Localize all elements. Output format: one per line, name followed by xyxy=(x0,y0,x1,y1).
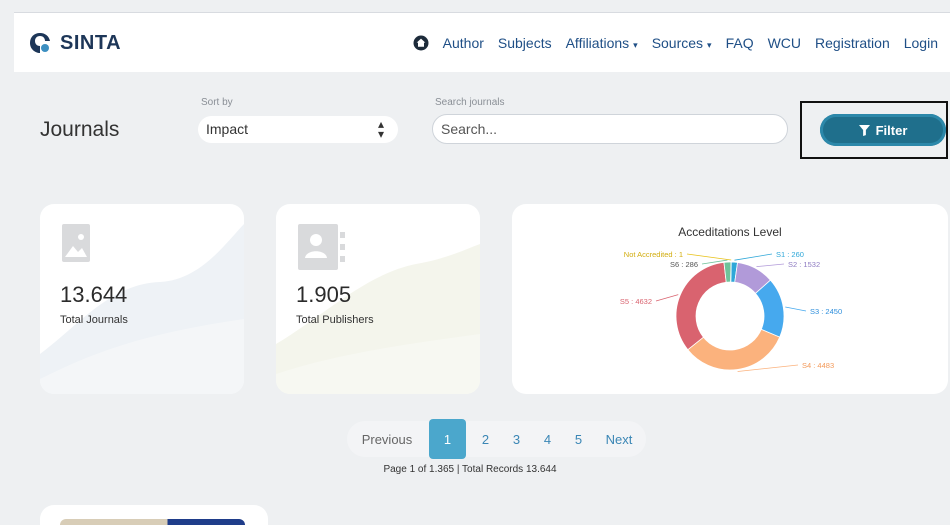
page-3-button[interactable]: 3 xyxy=(501,423,532,455)
nav-login[interactable]: Login xyxy=(904,35,938,51)
page-4-button[interactable]: 4 xyxy=(532,423,563,455)
journal-card[interactable] xyxy=(40,505,268,525)
chevron-down-icon: ▾ xyxy=(633,40,638,50)
nav-sources[interactable]: Sources ▾ xyxy=(652,35,712,51)
nav-affiliations[interactable]: Affiliations ▾ xyxy=(566,35,638,51)
pagination: Previous 1 2 3 4 5 Next xyxy=(347,419,646,459)
sort-select[interactable]: Impact ▴ ▾ xyxy=(198,116,398,143)
home-icon[interactable] xyxy=(413,35,429,51)
donut-slice-not-accredited[interactable] xyxy=(730,261,732,283)
page-5-button[interactable]: 5 xyxy=(563,423,594,455)
slice-label-s6: S6 : 286 xyxy=(670,260,698,269)
leader-line-s3 xyxy=(785,306,807,312)
page-title: Journals xyxy=(40,118,120,141)
nav-affiliations-label: Affiliations xyxy=(565,35,630,51)
nav-subjects[interactable]: Subjects xyxy=(498,35,552,51)
top-navbar: SINTA Author Subjects Affiliations ▾ Sour… xyxy=(14,12,950,72)
search-label: Search journals xyxy=(435,97,505,108)
contact-card-icon xyxy=(298,224,345,270)
total-publishers-label: Total Publishers xyxy=(296,314,374,326)
page-1-button[interactable]: 1 xyxy=(429,419,466,459)
sinta-logo-icon xyxy=(30,33,50,53)
filter-button[interactable]: Filter xyxy=(820,114,946,146)
previous-page-button[interactable]: Previous xyxy=(349,423,425,455)
nav-author[interactable]: Author xyxy=(443,35,484,51)
nav-faq[interactable]: FAQ xyxy=(726,35,754,51)
image-placeholder-icon xyxy=(62,224,90,262)
search-input[interactable] xyxy=(432,114,788,144)
total-journals-card: 13.644 Total Journals xyxy=(40,204,244,394)
accreditation-chart-card: Acceditations Level S1 : 260 S2 : 1532 S3 … xyxy=(512,204,948,394)
total-publishers-card: 1.905 Total Publishers xyxy=(276,204,480,394)
pagination-info: Page 1 of 1.365 | Total Records 13.644 xyxy=(383,464,557,475)
nav-wcu[interactable]: WCU xyxy=(768,35,801,51)
slice-label-s5: S5 : 4632 xyxy=(620,297,652,306)
brand-name: SINTA xyxy=(60,31,122,54)
slice-label-not-accredited: Not Accredited : 1 xyxy=(624,250,683,259)
total-journals-value: 13.644 xyxy=(60,282,128,307)
slice-label-s2: S2 : 1532 xyxy=(788,260,820,269)
sort-value: Impact xyxy=(206,121,249,137)
total-journals-label: Total Journals xyxy=(60,314,128,326)
donut-slice-s5[interactable] xyxy=(675,261,727,351)
nav-sources-label: Sources xyxy=(651,35,704,51)
leader-line-s2 xyxy=(756,263,785,268)
journal-cover-thumbnail xyxy=(60,519,245,525)
accreditation-donut-chart: S1 : 260S2 : 1532 S3 : 2450 S4 : 4483 S5 : … xyxy=(620,250,842,372)
next-page-button[interactable]: Next xyxy=(594,423,644,455)
filter-highlight-box: Filter xyxy=(800,101,948,159)
chevron-down-icon: ▾ xyxy=(707,40,712,50)
slice-label-s4: S4 : 4483 xyxy=(802,361,834,370)
filter-label: Filter xyxy=(875,122,908,138)
select-arrows-icon: ▴ ▾ xyxy=(377,117,384,141)
nav-registration[interactable]: Registration xyxy=(815,35,890,51)
leader-line-s1 xyxy=(734,253,773,261)
slice-label-s1: S1 : 260 xyxy=(776,250,804,259)
brand[interactable]: SINTA xyxy=(28,31,121,55)
funnel-icon xyxy=(858,124,870,136)
page-2-button[interactable]: 2 xyxy=(470,423,501,455)
total-publishers-value: 1.905 xyxy=(296,282,352,307)
sort-label: Sort by xyxy=(201,97,233,108)
nav-links: Author Subjects Affiliations ▾ Sources ▾ F… xyxy=(413,35,938,51)
slice-label-s3: S3 : 2450 xyxy=(810,307,842,316)
leader-line-s5 xyxy=(655,294,679,302)
